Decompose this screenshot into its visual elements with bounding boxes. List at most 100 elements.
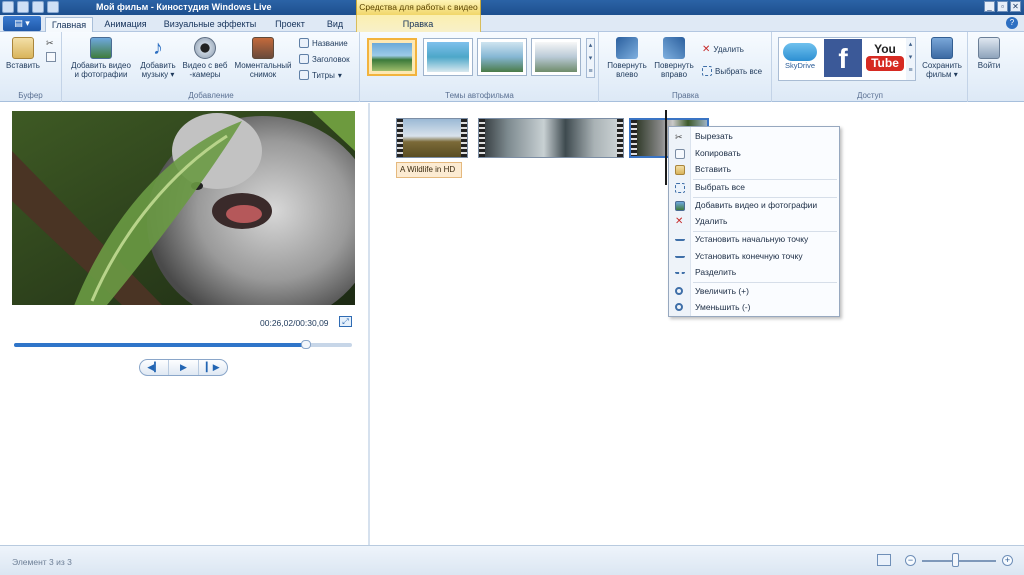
rotate-left-button[interactable]: Повернуть влево <box>605 37 649 79</box>
window-controls: _ ▫ ✕ <box>984 1 1021 12</box>
tab-view[interactable]: Вид <box>320 17 350 32</box>
fullscreen-button[interactable]: ⤢ <box>339 316 352 327</box>
paste-button[interactable]: Вставить <box>4 37 42 70</box>
delete-icon: ✕ <box>675 216 684 227</box>
start-point-icon <box>675 235 685 241</box>
add-music-label-1: Добавить <box>140 61 176 70</box>
clip-2[interactable] <box>478 118 624 158</box>
customize-qat-icon[interactable] <box>47 1 59 13</box>
quick-access-toolbar <box>2 1 59 13</box>
sign-in-label: Войти <box>977 61 1001 70</box>
save-movie-button[interactable]: Сохранить фильм ▾ <box>917 37 967 79</box>
menu-label-paste: Вставить <box>695 164 732 174</box>
rotate-right-label-1: Повернуть <box>654 61 694 70</box>
theme-thumb-3[interactable] <box>477 38 527 76</box>
timecode: 00:26,02/00:30,09 <box>260 318 329 328</box>
menu-item-add-media[interactable]: Добавить видео и фотографии <box>669 198 839 213</box>
theme-thumb-1[interactable] <box>367 38 417 76</box>
zoom-out-icon <box>675 303 683 311</box>
split-icon <box>675 268 685 274</box>
menu-item-delete[interactable]: ✕ Удалить <box>669 214 839 229</box>
delete-icon: ✕ <box>702 44 711 55</box>
zoom-in-button[interactable]: + <box>1002 555 1013 566</box>
zoom-out-button[interactable]: − <box>905 555 916 566</box>
undo-icon[interactable] <box>17 1 29 13</box>
title-button[interactable]: Название <box>299 38 348 48</box>
seek-bar[interactable] <box>14 340 352 349</box>
tab-edit[interactable]: Правка <box>385 17 451 32</box>
menu-label-zoom-in: Увеличить (+) <box>695 286 749 296</box>
rotate-right-button[interactable]: Повернуть вправо <box>652 37 696 79</box>
group-signin: Войти <box>969 32 1009 102</box>
title-overlay-clip[interactable]: A Wildlife in HD <box>396 162 462 178</box>
menu-item-set-start[interactable]: Установить начальную точку <box>669 232 839 247</box>
caption-icon <box>299 54 309 64</box>
menu-item-zoom-in[interactable]: Увеличить (+) <box>669 284 839 299</box>
end-point-icon <box>675 252 685 258</box>
tab-home[interactable]: Главная <box>45 17 93 32</box>
status-text: Элемент 3 из 3 <box>12 557 72 567</box>
video-preview[interactable] <box>12 111 355 305</box>
ribbon-tabs: ▤ ▾ Главная Анимация Визуальные эффекты … <box>0 15 1024 32</box>
paste-icon <box>12 37 34 59</box>
preview-pane: 00:26,02/00:30,09 ⤢ ◀▎ ▶ ▎▶ <box>0 103 370 545</box>
select-all-button[interactable]: Выбрать все <box>702 66 762 76</box>
redo-icon[interactable] <box>32 1 44 13</box>
sign-in-button[interactable]: Войти <box>972 37 1006 70</box>
themes-scroll[interactable]: ▴ ▾ ≡ <box>586 38 595 78</box>
menu-item-select-all[interactable]: Выбрать все <box>669 180 839 195</box>
add-music-label-2: музыку <box>141 70 169 79</box>
add-video-photos-button[interactable]: Добавить видео и фотографии <box>68 37 134 79</box>
menu-item-set-end[interactable]: Установить конечную точку <box>669 249 839 264</box>
webcam-video-button[interactable]: Видео с веб -камеры <box>180 37 230 79</box>
delete-button[interactable]: ✕ Удалить <box>702 44 744 55</box>
skydrive-button[interactable]: SkyDrive <box>781 39 819 77</box>
menu-item-cut[interactable]: ✂ Вырезать <box>669 129 839 144</box>
next-frame-button[interactable]: ▎▶ <box>199 360 227 375</box>
menu-label-delete: Удалить <box>695 216 728 226</box>
zoom-slider-thumb[interactable] <box>952 553 960 567</box>
menu-item-paste[interactable]: Вставить <box>669 162 839 177</box>
thumbnail-size-icon[interactable] <box>877 554 891 566</box>
save-icon[interactable] <box>2 1 14 13</box>
previous-frame-button[interactable]: ◀▎ <box>140 360 170 375</box>
webcam-icon <box>194 37 216 59</box>
snapshot-label-1: Моментальный <box>234 61 292 70</box>
credits-button[interactable]: Титры ▾ <box>299 70 342 80</box>
copy-icon[interactable] <box>46 52 56 62</box>
theme-thumb-4[interactable] <box>531 38 581 76</box>
menu-item-zoom-out[interactable]: Уменьшить (-) <box>669 300 839 315</box>
rotate-right-label-2: вправо <box>660 70 688 79</box>
snapshot-button[interactable]: Моментальный снимок <box>232 37 294 79</box>
playback-controls: ◀▎ ▶ ▎▶ <box>139 359 228 376</box>
add-video-label-1: Добавить видео <box>71 61 131 70</box>
group-clipboard: Вставить ✂ Буфер <box>0 32 62 102</box>
close-button[interactable]: ✕ <box>1010 1 1021 12</box>
restore-button[interactable]: ▫ <box>997 1 1008 12</box>
seek-thumb[interactable] <box>301 340 312 349</box>
help-icon[interactable]: ? <box>1006 17 1018 29</box>
menu-item-split[interactable]: Разделить <box>669 265 839 280</box>
cut-icon[interactable]: ✂ <box>46 38 56 48</box>
add-video-label-2: и фотографии <box>74 70 128 79</box>
menu-item-copy[interactable]: Копировать <box>669 146 839 161</box>
user-icon <box>978 37 1000 59</box>
tab-animation[interactable]: Анимация <box>98 17 153 32</box>
play-button[interactable]: ▶ <box>169 360 199 375</box>
minimize-button[interactable]: _ <box>984 1 995 12</box>
tab-project[interactable]: Проект <box>268 17 312 32</box>
skydrive-label: SkyDrive <box>784 61 815 70</box>
select-all-icon <box>675 183 685 193</box>
tab-visual-effects[interactable]: Визуальные эффекты <box>160 17 260 32</box>
youtube-button[interactable]: You Tube <box>866 39 904 77</box>
app-menu-button[interactable]: ▤ ▾ <box>3 16 41 31</box>
add-music-button[interactable]: ♪ Добавить музыку ▾ <box>138 37 178 79</box>
group-share: SkyDrive f You Tube ▴ ▾ ≡ Сохранить фильм … <box>773 32 968 102</box>
facebook-button[interactable]: f <box>824 39 862 77</box>
theme-thumb-2[interactable] <box>423 38 473 76</box>
caption-button[interactable]: Заголовок <box>299 54 350 64</box>
menu-label-add-media: Добавить видео и фотографии <box>695 200 818 210</box>
rotate-left-label-2: влево <box>616 70 638 79</box>
clip-1[interactable] <box>396 118 468 158</box>
share-gallery-scroll[interactable]: ▴ ▾ ≡ <box>906 38 915 80</box>
